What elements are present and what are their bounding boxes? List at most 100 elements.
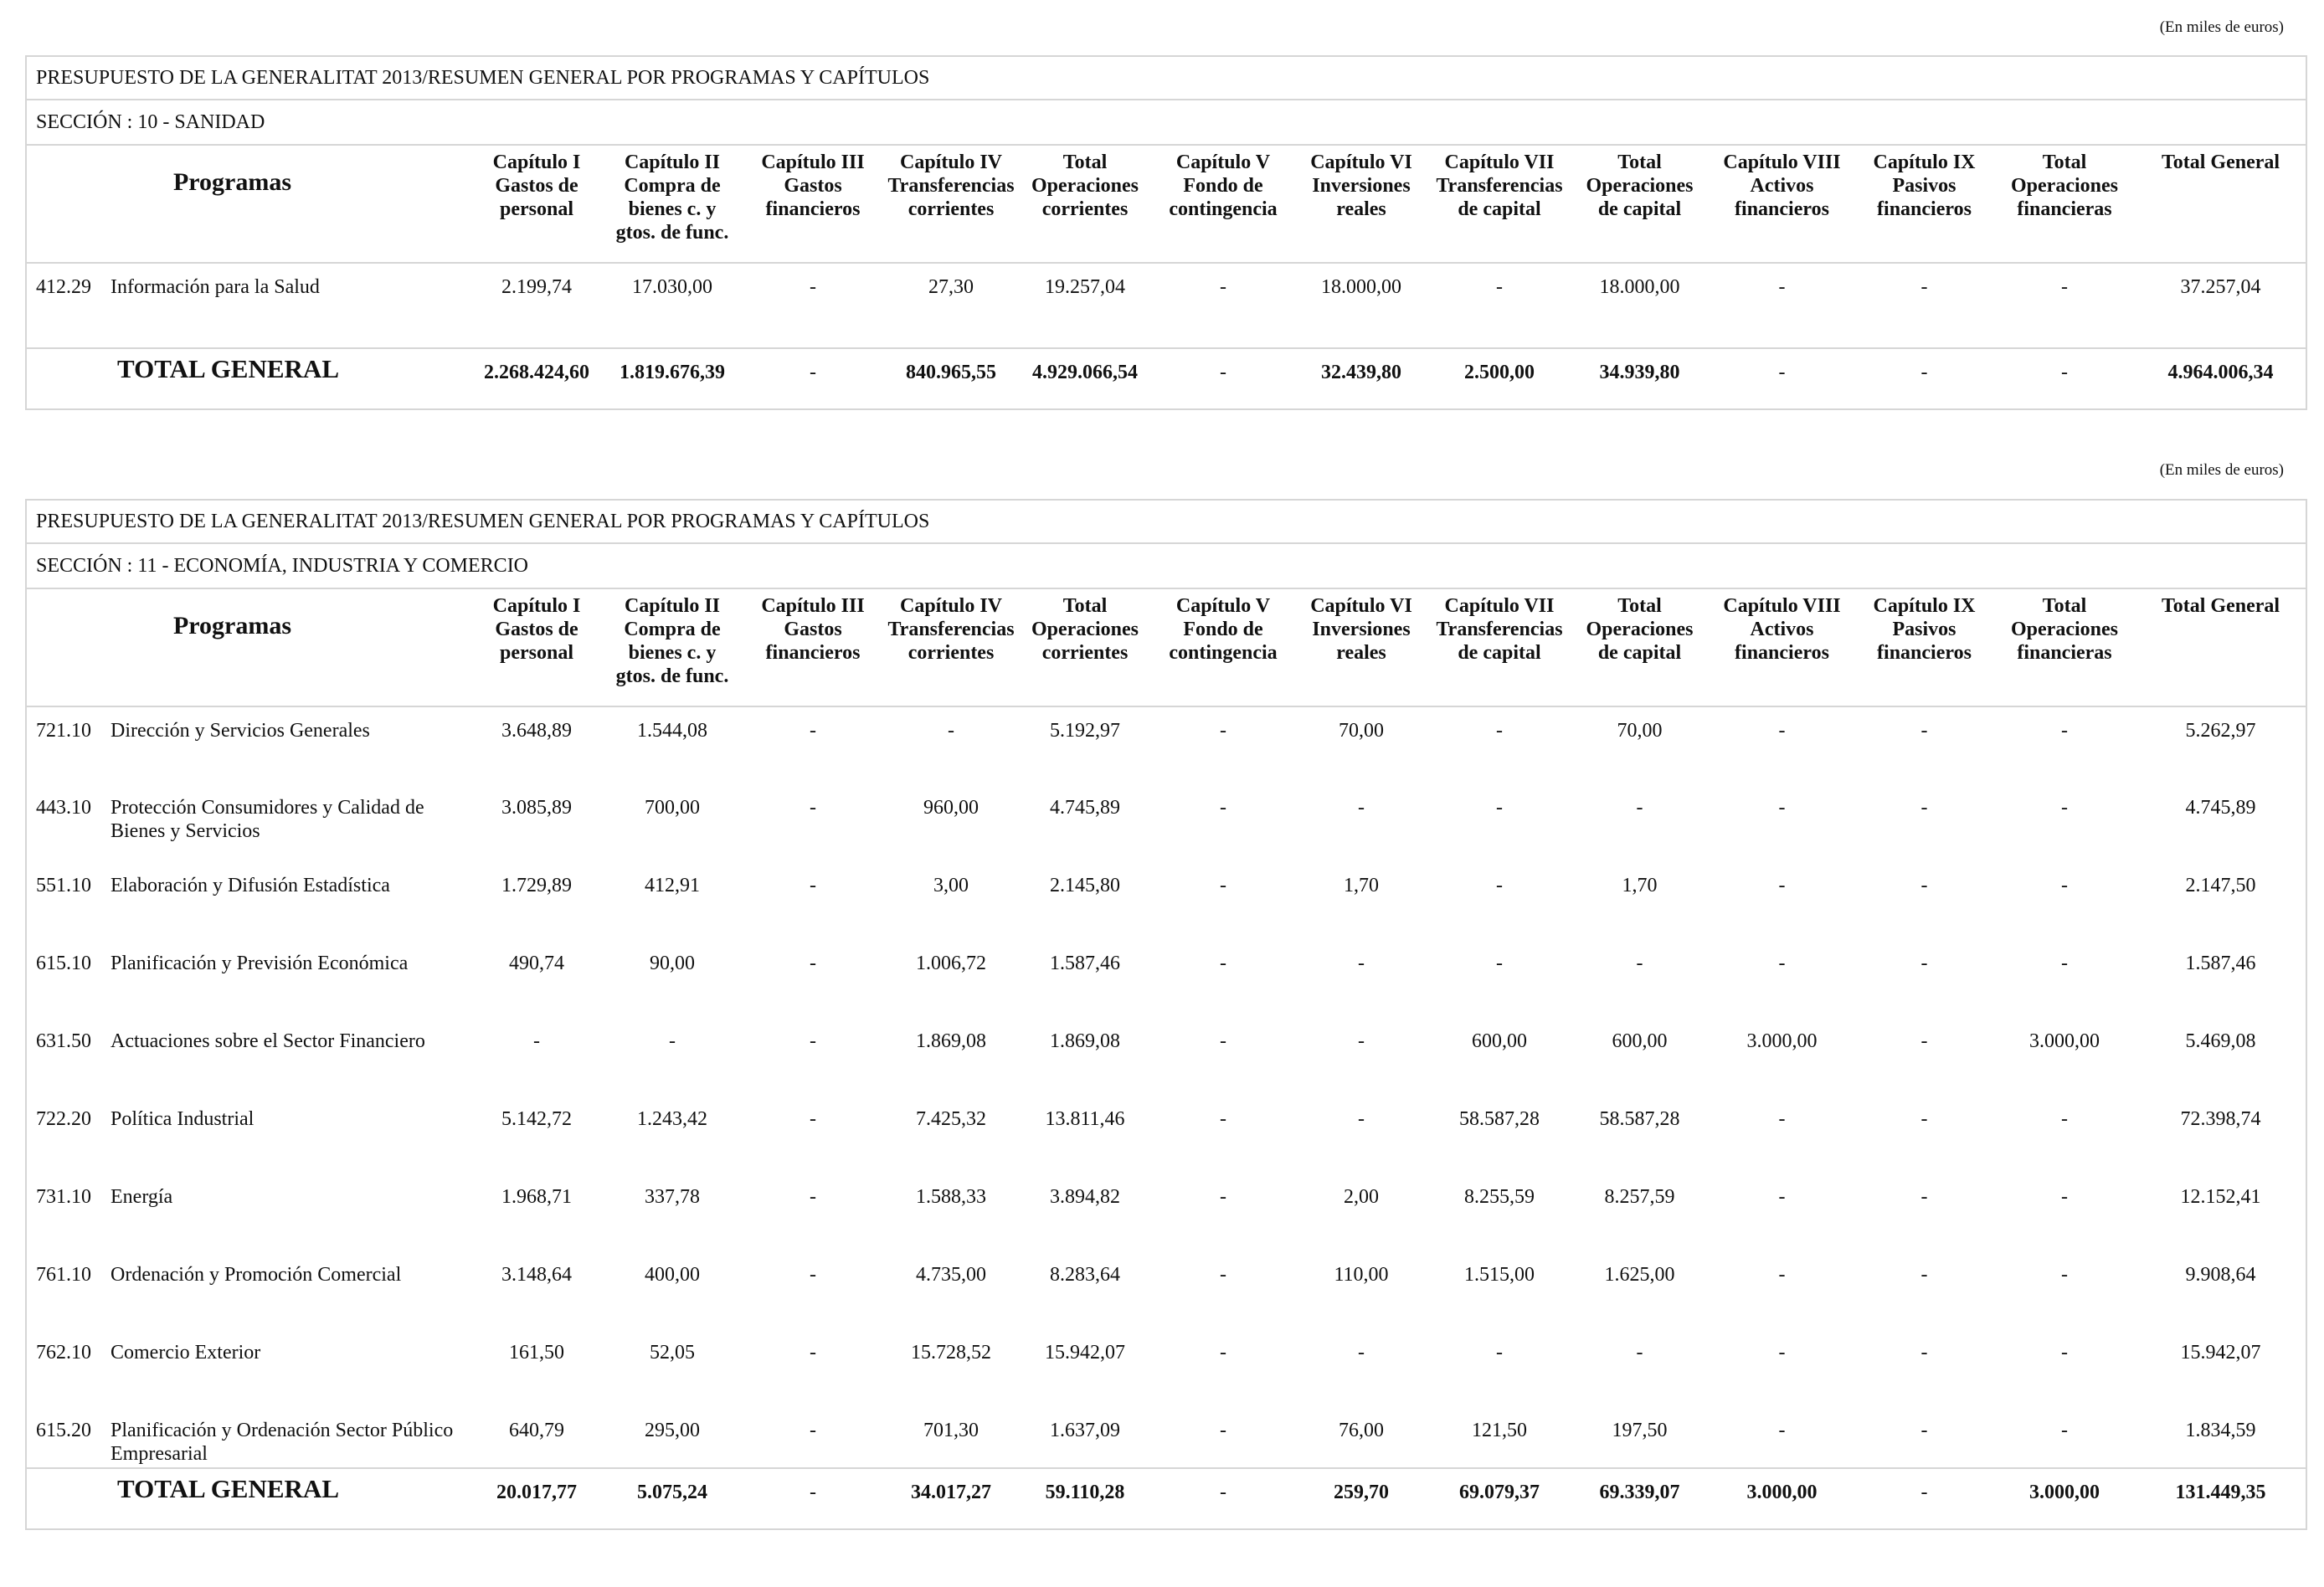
column-header: Capítulo IX Pasivos financieros [1873,595,1976,664]
column-header: Capítulo VII Transferencias de capital [1436,152,1563,220]
total-label: TOTAL GENERAL [116,1474,339,1503]
cell-value: 15.728,52 [911,1342,991,1364]
cell-value: 52,05 [650,1342,695,1364]
total-value: - [2061,362,2068,383]
program-code: 762.10 [36,1342,91,1364]
cell-value: - [1778,1264,1786,1286]
cell-value: - [2061,276,2068,298]
table-row: 443.10 Protección Consumidores y Calidad … [27,784,2306,862]
cell-value: 1.834,59 [2185,1420,2256,1441]
cell-value: 90,00 [650,953,695,974]
cell-value: - [810,953,816,974]
cell-value: 337,78 [645,1186,700,1208]
program-name: Comercio Exterior [111,1342,261,1364]
cell-value: 72.398,74 [2180,1108,2261,1130]
cell-value: 76,00 [1339,1420,1384,1441]
cell-value: - [1358,953,1365,974]
cell-value: - [2061,1264,2068,1286]
cell-value: 400,00 [645,1264,700,1286]
cell-value: 600,00 [1472,1030,1527,1052]
cell-value: - [810,720,816,742]
cell-value: 700,00 [645,797,700,819]
cell-value: - [1920,276,1928,298]
cell-value: - [2061,875,2068,896]
cell-value: 12.152,41 [2180,1186,2261,1208]
program-code: 551.10 [36,875,91,896]
cell-value: 3.000,00 [2029,1030,2100,1052]
program-name: Protección Consumidores y Calidad de Bie… [111,797,424,842]
program-code: 722.20 [36,1108,91,1130]
cell-value: 161,50 [509,1342,564,1364]
cell-value: - [1220,797,1226,819]
program-name: Planificación y Previsión Económica [111,953,409,974]
cell-value: 121,50 [1472,1420,1527,1441]
cell-value: 17.030,00 [632,276,712,298]
cell-value: - [1920,1420,1928,1441]
cell-value: 5.192,97 [1050,720,1120,742]
cell-value: - [2061,1186,2068,1208]
cell-value: - [2061,1420,2068,1441]
total-value: 32.439,80 [1321,362,1401,383]
cell-value: 3.085,89 [501,797,572,819]
column-header: Capítulo II Compra de bienes c. y gtos. de … [615,595,729,687]
budget-table: Programas Capítulo I Gastos de personal Capí… [27,589,2306,1528]
total-value: 2.268.424,60 [484,362,589,383]
table-row: 551.10 Elaboración y Difusión Estadística… [27,862,2306,940]
program-code: 761.10 [36,1264,91,1286]
program-name: Ordenación y Promoción Comercial [111,1264,402,1286]
cell-value: - [1778,1342,1786,1364]
column-header: Capítulo IV Transferencias corrientes [887,595,1015,664]
cell-value: - [1778,875,1786,896]
cell-value: - [1496,720,1503,742]
total-value: 69.079,37 [1459,1482,1540,1503]
cell-value: 37.257,04 [2180,276,2261,298]
cell-value: - [1220,1030,1226,1052]
column-header: Capítulo III Gastos financieros [761,152,865,220]
total-value: - [1220,362,1226,383]
total-value: 59.110,28 [1045,1482,1125,1503]
cell-value: - [1920,1264,1928,1286]
cell-value: - [1496,875,1503,896]
table-row: 615.20 Planificación y Ordenación Sector … [27,1407,2306,1468]
program-code: 631.50 [36,1030,91,1052]
cell-value: - [1220,875,1226,896]
cell-value: - [1778,1108,1786,1130]
program-name: Política Industrial [111,1108,255,1130]
column-header: Total Operaciones corrientes [1031,152,1139,220]
column-header: Capítulo II Compra de bienes c. y gtos. de … [615,152,729,244]
table-row: 412.29 Información para la Salud 2.199,74 1… [27,263,2306,348]
cell-value: 1,70 [1622,875,1658,896]
header-row: Programas Capítulo I Gastos de personal Capí… [27,589,2306,706]
cell-value: 1.006,72 [916,953,986,974]
cell-value: - [1920,1342,1928,1364]
cell-value: - [1358,1342,1365,1364]
cell-value: - [1778,276,1786,298]
column-header: Total Operaciones de capital [1586,152,1694,220]
cell-value: 58.587,28 [1599,1108,1680,1130]
cell-value: 1.968,71 [501,1186,572,1208]
header-row: Programas Capítulo I Gastos de personal Capí… [27,146,2306,263]
column-header: Capítulo VIII Activos financieros [1723,595,1841,664]
cell-value: - [2061,1108,2068,1130]
column-header: Capítulo VI Inversiones reales [1310,595,1412,664]
cell-value: - [1920,1108,1928,1130]
cell-value: 15.942,07 [1045,1342,1125,1364]
cell-value: - [1220,1420,1226,1441]
total-value: 840.965,55 [906,362,996,383]
cell-value: 18.000,00 [1599,276,1680,298]
cell-value: - [948,720,954,742]
cell-value: 8.257,59 [1604,1186,1675,1208]
cell-value: 110,00 [1334,1264,1389,1286]
column-header: Total General [2161,152,2280,173]
cell-value: 70,00 [1617,720,1663,742]
total-value: - [810,362,816,383]
total-value: 4.964.006,34 [2167,362,2274,383]
total-value: - [1920,362,1928,383]
total-value: - [1778,362,1786,383]
total-value: - [1220,1482,1226,1503]
cell-value: 8.283,64 [1050,1264,1120,1286]
cell-value: 1.625,00 [1604,1264,1675,1286]
cell-value: - [1220,1186,1226,1208]
total-value: 131.449,35 [2175,1482,2266,1503]
cell-value: - [810,1420,816,1441]
